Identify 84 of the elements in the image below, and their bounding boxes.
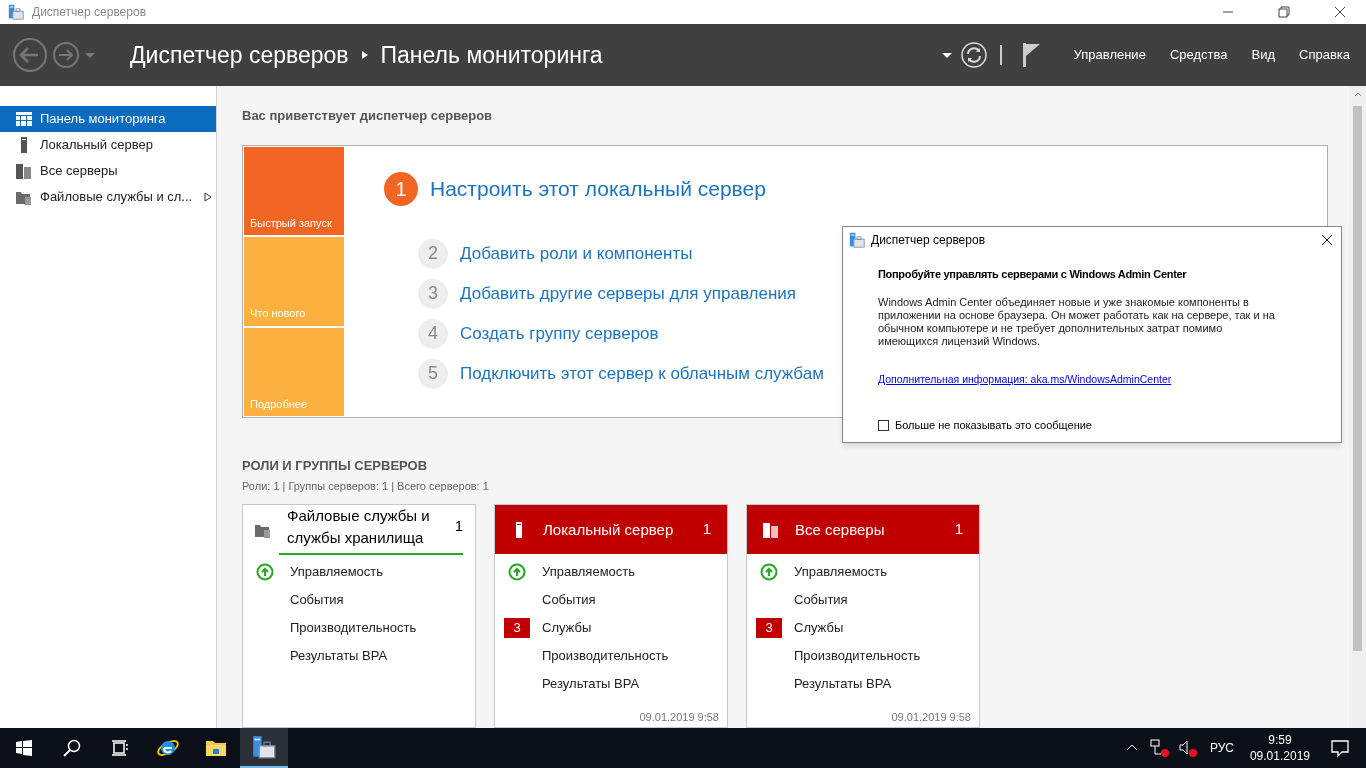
tile-row-label[interactable]: Производительность bbox=[794, 646, 921, 666]
step-link[interactable]: Добавить роли и компоненты bbox=[460, 240, 693, 267]
sidebar-item[interactable]: Локальный сервер bbox=[0, 132, 216, 158]
search-icon bbox=[62, 738, 82, 758]
step-link[interactable]: Подключить этот сервер к облачным службам bbox=[460, 360, 824, 387]
network-error-icon[interactable] bbox=[1149, 738, 1170, 758]
tile-title: Локальный сервер bbox=[543, 519, 675, 540]
tile-header[interactable]: Все серверы 1 bbox=[747, 505, 979, 554]
tile-row-label[interactable]: Результаты BPA bbox=[290, 646, 388, 666]
volume-muted-icon[interactable] bbox=[1177, 738, 1198, 758]
tile-count: 1 bbox=[454, 516, 463, 537]
role-tile[interactable]: Все серверы 1 Управляемость События 3 Службы Производительность Результаты BPA 09.01.2019 9:58 bbox=[746, 504, 980, 728]
tile-row-label[interactable]: События bbox=[794, 590, 848, 610]
section-title: РОЛИ И ГРУППЫ СЕРВЕРОВ bbox=[242, 457, 429, 475]
sidebar-item[interactable]: Все серверы bbox=[0, 158, 216, 184]
tile-count: 1 bbox=[954, 519, 963, 540]
windows-logo-icon bbox=[16, 740, 32, 756]
expand-arrow-icon[interactable] bbox=[204, 192, 212, 202]
close-icon[interactable] bbox=[1321, 234, 1333, 246]
dashboard-grid-icon bbox=[16, 111, 32, 127]
menu-item[interactable]: Средства bbox=[1169, 45, 1228, 65]
step-number: 5 bbox=[418, 358, 448, 389]
breadcrumb-separator-icon bbox=[360, 51, 369, 59]
flag-icon[interactable] bbox=[1021, 43, 1042, 67]
alert-count-badge[interactable]: 3 bbox=[504, 618, 530, 638]
role-tile[interactable]: Локальный сервер 1 Управляемость События 3 Службы Производительность Результаты BPA 09.01.2019 9:58 bbox=[494, 504, 728, 728]
app-icon bbox=[849, 232, 865, 248]
clock[interactable]: 9:59 09.01.2019 bbox=[1249, 732, 1310, 764]
folder-icon bbox=[16, 189, 32, 205]
menu-item[interactable]: Вид bbox=[1251, 45, 1275, 65]
step-number: 2 bbox=[418, 238, 448, 269]
dropdown-caret-icon[interactable] bbox=[941, 50, 952, 60]
menu-item[interactable]: Управление bbox=[1073, 45, 1146, 65]
tile-row-label[interactable]: Производительность bbox=[290, 618, 417, 638]
tile-row-label[interactable]: Управляемость bbox=[290, 562, 384, 582]
dialog-heading: Попробуйте управлять серверами с Windows Admin Center bbox=[878, 267, 1188, 282]
task-view-icon bbox=[110, 738, 130, 758]
close-icon[interactable] bbox=[1334, 6, 1346, 18]
tile-row-label[interactable]: Управляемость bbox=[794, 562, 888, 582]
step-link[interactable]: Настроить этот локальный сервер bbox=[430, 172, 766, 205]
server-manager-icon bbox=[252, 735, 276, 759]
tile-title: Все серверы bbox=[795, 519, 886, 540]
step-number: 4 bbox=[418, 318, 448, 349]
language-indicator[interactable]: РУС bbox=[1209, 739, 1234, 757]
dialog-body: Windows Admin Center объединяет новые и уже знакомые компоненты в приложении на основе браузера. Он может работать как на сервере, так и на обычном компьютере и не требует дополнительных затрат помимо имеющихся лицензий Windows. bbox=[878, 295, 1276, 348]
step-link[interactable]: Создать группу серверов bbox=[460, 320, 659, 347]
alert-count-badge[interactable]: 3 bbox=[756, 618, 782, 638]
breadcrumb-item[interactable]: Панель мониторинга bbox=[380, 37, 603, 73]
sidebar-item[interactable]: Панель мониторинга bbox=[0, 106, 216, 132]
servers-icon bbox=[16, 163, 32, 179]
refresh-icon[interactable] bbox=[959, 41, 988, 69]
step-number: 1 bbox=[384, 171, 418, 206]
tile-count: 1 bbox=[702, 519, 711, 540]
tile-row-label[interactable]: Производительность bbox=[542, 646, 669, 666]
step-number: 3 bbox=[418, 278, 448, 309]
menu-item[interactable]: Справка bbox=[1299, 45, 1350, 65]
step-link[interactable]: Добавить другие серверы для управления bbox=[460, 280, 796, 307]
window-title: Диспетчер серверов bbox=[32, 4, 147, 21]
tile-timestamp: 09.01.2019 9:58 bbox=[639, 709, 720, 725]
app-icon bbox=[8, 4, 24, 20]
tile-row-label[interactable]: События bbox=[542, 590, 596, 610]
tile-title: Файловые службы и службы хранилища bbox=[287, 505, 431, 548]
more-info-link[interactable]: Дополнительная информация: aka.ms/WindowsAdminCenter bbox=[878, 371, 1321, 388]
breadcrumb-item[interactable]: Диспетчер серверов bbox=[130, 37, 349, 73]
tile-timestamp: 09.01.2019 9:58 bbox=[891, 709, 972, 725]
tile-row-label[interactable]: Службы bbox=[794, 618, 844, 638]
notifications-icon[interactable] bbox=[1330, 738, 1350, 758]
scroll-up-icon[interactable] bbox=[1353, 90, 1362, 98]
tile-row-label[interactable]: События bbox=[290, 590, 344, 610]
dialog-title: Диспетчер серверов bbox=[871, 232, 987, 249]
role-tile[interactable]: Файловые службы и службы хранилища 1 Управляемость События Производительность Результаты BPA bbox=[242, 504, 476, 728]
dont-show-checkbox[interactable]: Больше не показывать это сообщение bbox=[878, 417, 1321, 434]
tile-row-label[interactable]: Результаты BPA bbox=[794, 674, 892, 694]
section-summary: Роли: 1 | Группы серверов: 1 | Всего серверов: 1 bbox=[242, 478, 490, 494]
restore-icon[interactable] bbox=[1278, 6, 1290, 18]
taskbar-button[interactable] bbox=[240, 728, 288, 768]
tile-row-label[interactable]: Управляемость bbox=[542, 562, 636, 582]
scrollbar[interactable] bbox=[1349, 86, 1366, 728]
servers-icon bbox=[763, 521, 779, 538]
tile-header[interactable]: Локальный сервер 1 bbox=[495, 505, 727, 554]
welcome-title: Вас приветствует диспетчер серверов bbox=[242, 107, 494, 125]
tile-row-label[interactable]: Службы bbox=[542, 618, 592, 638]
sidebar-item[interactable]: Файловые службы и сл... bbox=[0, 184, 216, 210]
tile-row-label[interactable]: Результаты BPA bbox=[542, 674, 640, 694]
